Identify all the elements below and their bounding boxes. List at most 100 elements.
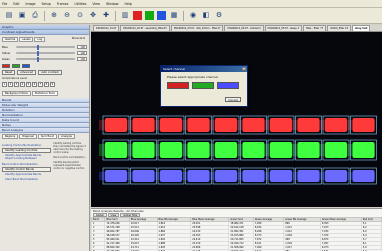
identify-approx-link[interactable]: Identify Approximate Bands: [5, 173, 51, 176]
open-icon[interactable]: ▤: [4, 11, 14, 21]
tab-diagonal[interactable]: Diagonal: [19, 134, 37, 139]
show-grid-checkbox[interactable]: Show Grid: [70, 37, 87, 42]
tab-global[interactable]: Global: [93, 213, 107, 217]
blue-slider[interactable]: [16, 44, 75, 50]
gel-band[interactable]: [270, 142, 292, 158]
gel-band[interactable]: [242, 142, 265, 158]
grid-level-button[interactable]: 2: [8, 82, 13, 87]
blue-value-field[interactable]: 100: [77, 45, 87, 49]
gel-band[interactable]: [242, 170, 265, 182]
grid-level-button[interactable]: 3: [14, 82, 19, 87]
blue-channel-icon[interactable]: [157, 11, 166, 20]
gel-image-view[interactable]: [91, 32, 382, 207]
yellow-slider[interactable]: [16, 50, 75, 56]
section-band-analysis[interactable]: Band Analysis: [0, 128, 89, 133]
grid-level-button[interactable]: 9: [50, 82, 55, 87]
document-tab[interactable]: DSC60012_01.tif: [93, 25, 120, 31]
gel-band[interactable]: [132, 142, 155, 158]
gel-band[interactable]: [160, 118, 182, 132]
document-tab[interactable]: DSC60012_04.tif - AutoGrid: [224, 25, 264, 31]
gel-band[interactable]: [187, 170, 210, 182]
grid-icon[interactable]: ▦: [169, 11, 179, 21]
clear-band-link[interactable]: Clear Band Normalization: [5, 178, 51, 181]
advanced-button[interactable]: Advanced: [17, 70, 37, 75]
menu-help[interactable]: Help: [125, 2, 132, 6]
gel-band[interactable]: [105, 118, 127, 132]
tab-statistical-tools[interactable]: Statistical Tools: [31, 91, 58, 96]
menu-edit[interactable]: Edit: [13, 2, 19, 6]
reset-button[interactable]: Reset: [2, 70, 16, 75]
tab-log[interactable]: Log: [34, 37, 46, 42]
gel-band[interactable]: [105, 170, 127, 182]
tab-view[interactable]: View: [107, 213, 120, 217]
tab-gamma[interactable]: Gamma: [2, 37, 19, 42]
spot-icon[interactable]: ◉: [188, 11, 198, 21]
tab-spot-band[interactable]: Spot Band: [37, 134, 58, 139]
gel-band[interactable]: [160, 170, 182, 182]
grid-level-button[interactable]: 5: [26, 82, 31, 87]
menu-setup[interactable]: Setup: [42, 2, 51, 6]
gel-band[interactable]: [215, 118, 237, 132]
gel-band[interactable]: [352, 170, 375, 182]
crosshair-icon[interactable]: ✚: [101, 11, 111, 21]
tab-background-tools[interactable]: Background Tools: [2, 91, 31, 96]
gel-band[interactable]: [352, 118, 375, 132]
zoom-out-icon[interactable]: ⊖: [62, 11, 72, 21]
identify-control-button[interactable]: Identify Control Bands: [2, 167, 52, 172]
yellow-value-field[interactable]: 100: [77, 51, 87, 55]
menu-file[interactable]: File: [2, 2, 7, 6]
zoom-fit-icon[interactable]: ⊙: [75, 11, 85, 21]
identify-loading-button[interactable]: Identify Loading Controls: [2, 148, 52, 153]
overlay-icon[interactable]: ◧: [201, 11, 211, 21]
zoom-in-icon[interactable]: ⊕: [49, 11, 59, 21]
gel-band[interactable]: [270, 118, 292, 132]
gel-band[interactable]: [297, 142, 320, 158]
gel-band[interactable]: [132, 170, 155, 182]
grid-level-button[interactable]: 1: [2, 82, 7, 87]
gel-band[interactable]: [325, 142, 347, 158]
document-tab[interactable]: 4x8x4_filter 23: [327, 25, 352, 31]
green-channel-icon[interactable]: [145, 11, 154, 20]
auto-contrast-button[interactable]: Auto contrast: [38, 70, 62, 75]
gel-band[interactable]: [297, 170, 320, 182]
document-tab[interactable]: DSC60012_05.tif - assay 3: [264, 25, 303, 31]
grid-level-button[interactable]: 7: [38, 82, 43, 87]
gel-band[interactable]: [242, 118, 265, 132]
gel-band[interactable]: [352, 142, 375, 158]
band-tool-icon[interactable]: ▥: [120, 11, 130, 21]
settings-icon[interactable]: ⚙: [214, 11, 224, 21]
grid-level-button[interactable]: 8: [44, 82, 49, 87]
menu-view[interactable]: View: [92, 2, 100, 6]
object-loading-link[interactable]: Object Loading Between: [5, 157, 51, 160]
gel-band[interactable]: [187, 118, 210, 132]
gel-band[interactable]: [105, 142, 127, 158]
grid-level-button[interactable]: 6: [32, 82, 37, 87]
close-icon[interactable]: x: [242, 67, 246, 72]
blue-channel-button[interactable]: [217, 82, 239, 89]
print-icon[interactable]: ⎙: [30, 11, 40, 21]
red-channel-button[interactable]: [167, 82, 189, 89]
grid-level-button[interactable]: 4: [20, 82, 25, 87]
gel-band[interactable]: [325, 170, 347, 182]
red-channel-icon[interactable]: [133, 11, 142, 20]
pan-icon[interactable]: ✥: [88, 11, 98, 21]
tab-levels[interactable]: Levels: [19, 37, 34, 42]
green-swatch[interactable]: [12, 64, 20, 68]
gel-band[interactable]: [132, 118, 155, 132]
green-value-field[interactable]: 100: [77, 57, 87, 61]
tab-analysis[interactable]: Analysis: [58, 134, 75, 139]
gel-band[interactable]: [187, 142, 210, 158]
cancel-button[interactable]: Cancel: [225, 97, 241, 102]
gel-band[interactable]: [160, 142, 182, 158]
document-tab[interactable]: DSC60012_02.tif - assembly_filter23: [120, 25, 170, 31]
document-tab[interactable]: Tabs - filter 77: [303, 25, 327, 31]
gel-band[interactable]: [270, 170, 292, 182]
document-tab[interactable]: Grey Cell: [352, 25, 371, 31]
gel-band[interactable]: [325, 118, 347, 132]
green-slider[interactable]: [16, 56, 75, 62]
gel-band[interactable]: [215, 142, 237, 158]
gel-band[interactable]: [297, 118, 320, 132]
tab-global-total[interactable]: Global Total: [120, 213, 141, 217]
gel-band[interactable]: [215, 170, 237, 182]
tab-regions[interactable]: Regions: [2, 134, 19, 139]
